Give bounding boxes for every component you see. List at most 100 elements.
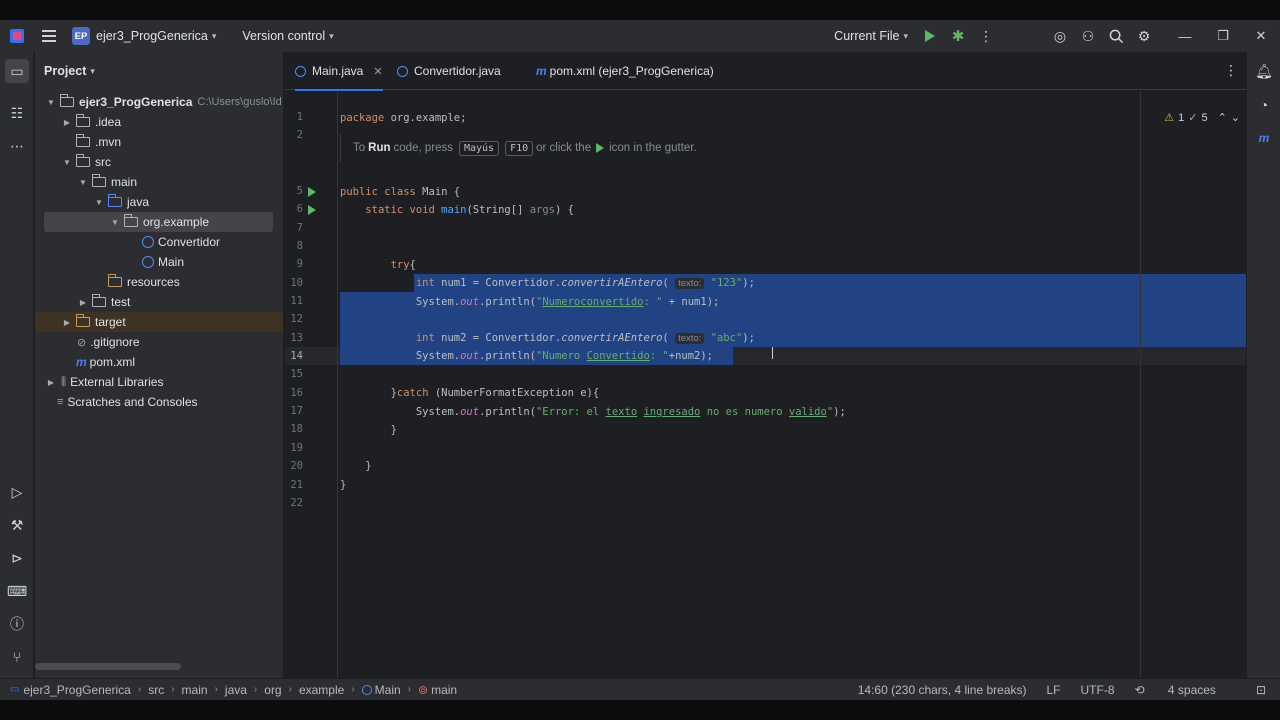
breadcrumb-item[interactable]: src [148,683,164,697]
tree-item-main-class[interactable]: Main [35,252,283,272]
spiral-icon: ◎ [1053,27,1067,44]
terminal-tool-button[interactable]: ⌨ [5,579,29,603]
tab-convertidor-java[interactable]: Convertidor.java [397,52,501,90]
tree-item-idea[interactable]: ▶ .idea [35,112,283,132]
gutter-run-icon[interactable] [308,205,316,215]
shortcut-key: Mayús [458,140,500,156]
class-icon [295,65,306,77]
file-encoding[interactable]: UTF-8 [1081,683,1115,697]
add-user-button[interactable]: ⚇ [1074,22,1102,50]
gutter-run-icon[interactable] [308,187,316,197]
search-button[interactable] [1102,22,1130,50]
tree-item-mvn[interactable]: .mvn [35,132,283,152]
minimize-button[interactable]: — [1166,20,1204,52]
chevron-down-icon: ▾ [90,65,95,76]
debug-button[interactable]: ✱ [944,22,972,50]
run-button[interactable] [916,22,944,50]
project-panel-header[interactable]: Project ▾ [35,52,283,90]
breadcrumb-item[interactable]: java [225,683,247,697]
restore-button[interactable]: ❐ [1204,20,1242,52]
code-line: } [340,424,397,436]
tree-item-java[interactable]: ▼ java [35,192,283,212]
code-line: }catch (NumberFormatException e){ [340,387,600,399]
lock-icon[interactable]: ⊡ [1256,683,1266,697]
line-separator[interactable]: LF [1047,683,1061,697]
line-number: 16 [290,387,303,399]
chevron-right-icon: › [214,684,218,695]
problems-tool-button[interactable]: ⓘ [5,612,29,636]
tabs-more-icon[interactable]: ⋮ [1224,62,1238,79]
structure-tool-button[interactable]: ☷ [5,101,29,125]
tab-main-java[interactable]: Main.java ✕ [295,52,383,91]
mouse-ibeam-cursor [772,347,773,359]
maven-tool-button[interactable]: m [1252,126,1276,150]
collapse-arrow-icon: ▶ [47,377,55,387]
code-editor[interactable]: 1 2 5 6 7 8 9 10 11 12 13 14 15 16 17 18… [285,91,1246,678]
project-tool-button[interactable]: ▭ [5,59,29,83]
project-badge: EP [72,27,90,45]
breadcrumb-item[interactable]: example [299,683,344,697]
tree-item-gitignore[interactable]: ⊘ .gitignore [35,332,283,352]
code-line: System.out.println("Numeroconvertido: " … [340,296,720,308]
right-margin-guide [1140,91,1141,678]
breadcrumb-item[interactable]: main [431,683,457,697]
caret-position[interactable]: 14:60 (230 chars, 4 line breaks) [858,683,1027,697]
run-tool-button[interactable]: ▷ [5,480,29,504]
tree-item-test[interactable]: ▶ test [35,292,283,312]
tab-pom-xml[interactable]: m pom.xml (ejer3_ProgGenerica) [533,52,714,90]
chevron-up-icon[interactable]: ⌃ [1218,111,1227,124]
weak-warning-count: 5 [1201,111,1208,124]
main-menu-icon[interactable] [42,30,56,42]
more-actions-button[interactable]: ⋮ [972,22,1000,50]
breadcrumb-item[interactable]: Main [375,683,401,697]
tree-item-src[interactable]: ▼ src [35,152,283,172]
build-tool-button[interactable]: ⚒ [5,513,29,537]
ai-chat-button[interactable]: ◔ [1252,93,1276,117]
chevron-down-icon[interactable]: ⌄ [1231,111,1240,124]
project-name: ejer3_ProgGenerica [96,29,208,43]
breadcrumb-item[interactable]: org [264,683,281,697]
folder-icon: ▭ [10,62,24,79]
line-number: 17 [290,405,303,417]
run-inlay-hint: To Run code, press Mayús F10 or click th… [340,134,697,162]
git-tool-button[interactable]: ⑂ [5,645,29,669]
version-control-label: Version control [242,29,326,43]
close-tab-icon[interactable]: ✕ [373,65,382,78]
services-tool-button[interactable]: ⊳ [5,546,29,570]
version-control-menu[interactable]: Version control ▾ [242,24,333,48]
tree-item-resources[interactable]: resources [35,272,283,292]
tree-item-main[interactable]: ▼ main [35,172,283,192]
line-number: 7 [296,222,303,234]
settings-button[interactable]: ⚙ [1130,22,1158,50]
code-line: System.out.println("Numero Convertido: "… [340,350,714,362]
tree-item-target[interactable]: ▶ target [35,312,283,332]
more-tools-button[interactable]: ⋯ [5,134,29,158]
close-window-button[interactable]: ✕ [1242,20,1280,52]
gear-icon: ⚙ [1137,27,1151,44]
tree-item-convertidor[interactable]: Convertidor [35,232,283,252]
resources-folder-icon [108,274,122,287]
breadcrumb-item[interactable]: main [182,683,208,697]
app-logo-icon [10,29,24,43]
tree-item-org-example[interactable]: ▼ org.example [44,212,273,232]
indent-setting[interactable]: ⟲ 4 spaces [1135,683,1236,697]
horizontal-scrollbar[interactable] [35,663,181,670]
more-vertical-icon: ⋮ [979,27,993,44]
tree-item-pom[interactable]: m pom.xml [35,352,283,372]
tree-item-project-root[interactable]: ▼ ejer3_ProgGenerica C:\Users\guslo\Id [35,92,283,112]
run-icon [596,143,605,153]
run-config-selector[interactable]: Current File ▾ [834,24,908,48]
project-switcher[interactable]: EP ejer3_ProgGenerica ▾ [56,24,216,48]
inspections-widget[interactable]: ⚠ 1 ✓ 5 ⌃ ⌄ [1164,111,1240,125]
notifications-button[interactable]: 🔔︎ [1252,59,1276,83]
tree-item-scratches[interactable]: ≡ Scratches and Consoles [35,392,283,412]
terminal-icon: ⌨ [6,582,28,599]
close-icon: ✕ [1255,28,1267,43]
code-line: static void main(String[] args) { [365,204,574,216]
tree-item-label: Main [158,255,185,269]
project-panel: Project ▾ ▼ ejer3_ProgGenerica C:\Users\… [35,52,284,678]
ai-assistant-button[interactable]: ◎ [1046,22,1074,50]
tab-label: pom.xml (ejer3_ProgGenerica) [549,64,714,78]
breadcrumb-item[interactable]: ejer3_ProgGenerica [23,683,130,697]
tree-item-external-libraries[interactable]: ▶ ⫼ External Libraries [35,372,283,392]
